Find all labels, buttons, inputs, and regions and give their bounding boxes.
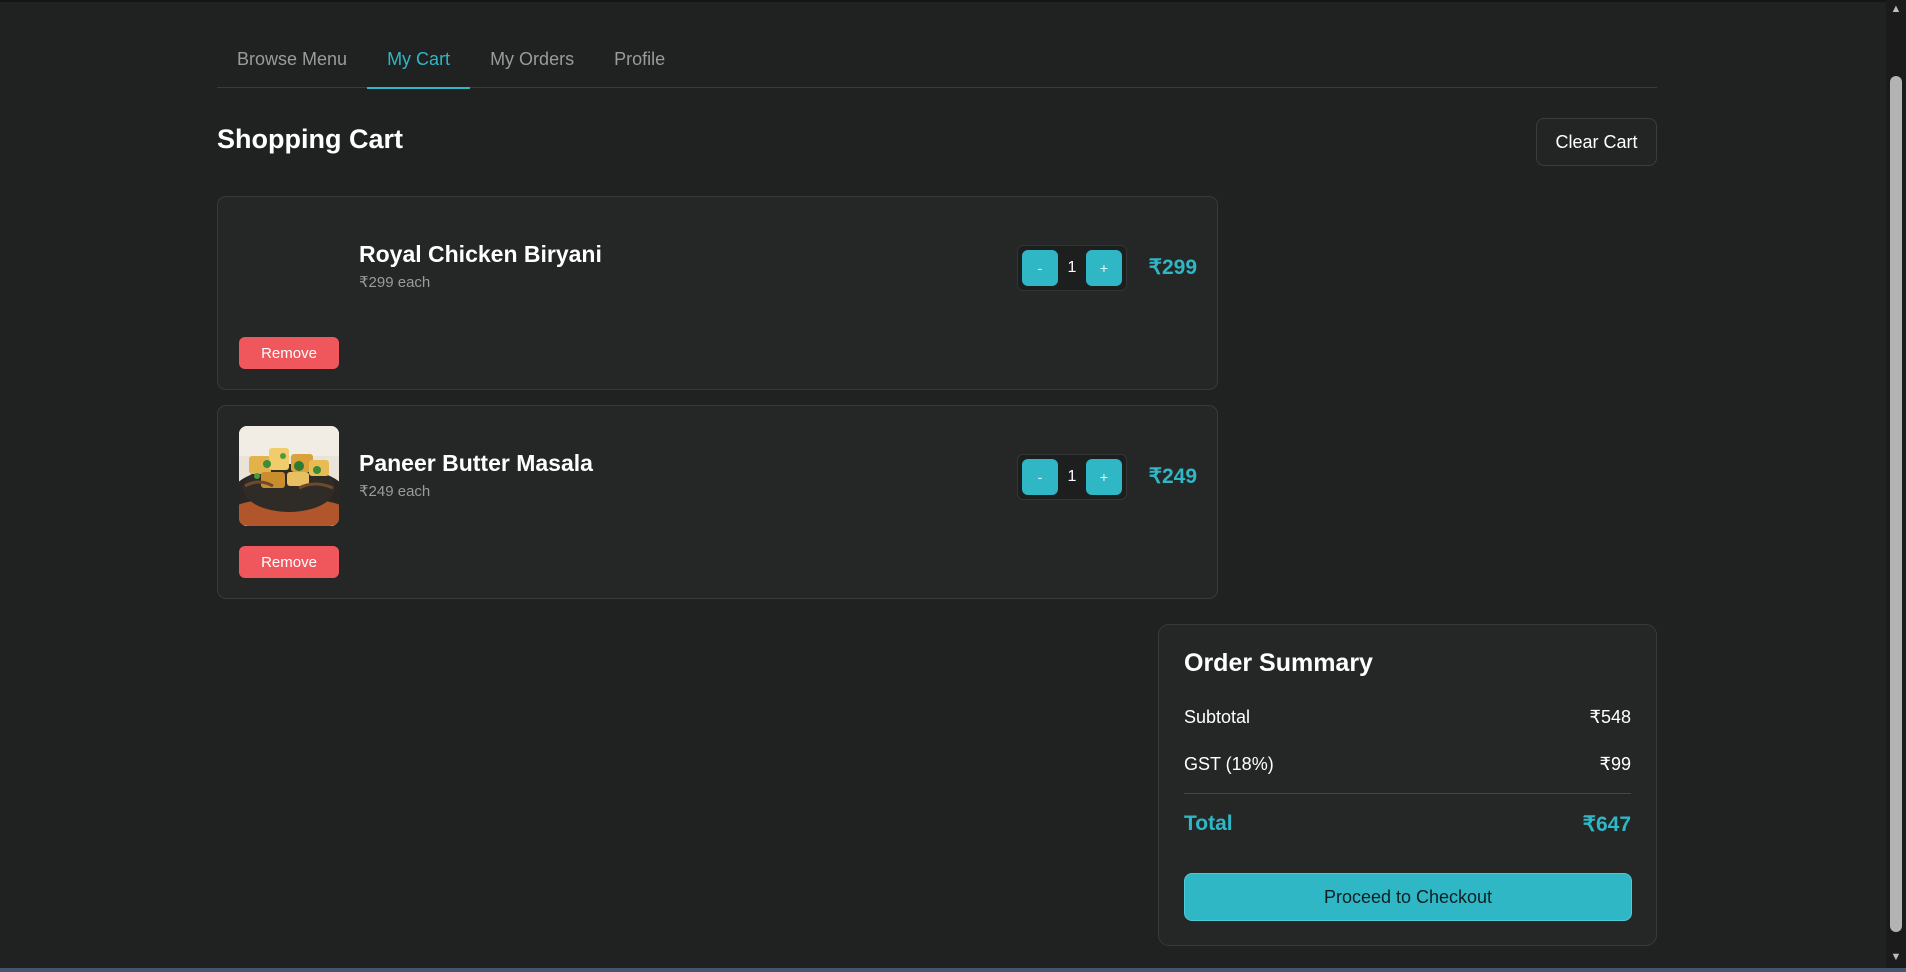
- item-image: [239, 426, 339, 526]
- tab-profile[interactable]: Profile: [594, 32, 685, 88]
- decrease-quantity-button[interactable]: -: [1022, 250, 1058, 286]
- quantity-stepper: - 1 +: [1017, 245, 1127, 291]
- item-unit-price: ₹249 each: [359, 483, 431, 500]
- item-unit-price: ₹299 each: [359, 274, 431, 291]
- main-tabs: Browse Menu My Cart My Orders Profile: [217, 32, 1657, 89]
- item-name: Royal Chicken Biryani: [359, 241, 602, 267]
- remove-item-button[interactable]: Remove: [239, 546, 339, 578]
- item-name: Paneer Butter Masala: [359, 450, 593, 476]
- gst-value: ₹99: [1599, 754, 1631, 774]
- increase-quantity-button[interactable]: +: [1086, 459, 1122, 495]
- item-image-placeholder: [239, 217, 339, 317]
- quantity-value: 1: [1067, 259, 1077, 276]
- increase-quantity-button[interactable]: +: [1086, 250, 1122, 286]
- total-row: Total ₹647: [1184, 812, 1631, 837]
- decrease-quantity-button[interactable]: -: [1022, 459, 1058, 495]
- subtotal-label: Subtotal: [1184, 707, 1251, 727]
- clear-cart-button[interactable]: Clear Cart: [1536, 118, 1657, 166]
- subtotal-row: Subtotal ₹548: [1184, 707, 1631, 728]
- scroll-down-arrow-icon[interactable]: ▼: [1889, 950, 1903, 964]
- proceed-to-checkout-button[interactable]: Proceed to Checkout: [1184, 873, 1632, 921]
- cart-item: Paneer Butter Masala ₹249 each - 1 + ₹24…: [217, 405, 1218, 599]
- scroll-up-arrow-icon[interactable]: ▲: [1889, 2, 1903, 16]
- remove-item-button[interactable]: Remove: [239, 337, 339, 369]
- gst-row: GST (18%) ₹99: [1184, 754, 1631, 775]
- tab-browse-menu[interactable]: Browse Menu: [217, 32, 367, 88]
- tab-my-cart[interactable]: My Cart: [367, 32, 471, 89]
- order-summary-card: Order Summary Subtotal ₹548 GST (18%) ₹9…: [1158, 624, 1657, 946]
- gst-label: GST (18%): [1184, 754, 1274, 774]
- cart-item: Royal Chicken Biryani ₹299 each - 1 + ₹2…: [217, 196, 1218, 390]
- total-value: ₹647: [1582, 813, 1631, 836]
- app-viewport: Browse Menu My Cart My Orders Profile Sh…: [0, 0, 1886, 968]
- page-title: Shopping Cart: [217, 124, 403, 154]
- order-summary-title: Order Summary: [1184, 649, 1373, 677]
- quantity-stepper: - 1 +: [1017, 454, 1127, 500]
- total-label: Total: [1184, 812, 1233, 835]
- tab-my-orders[interactable]: My Orders: [470, 32, 594, 88]
- paneer-dish-photo: [239, 426, 339, 526]
- vertical-scrollbar[interactable]: ▲ ▼: [1886, 0, 1906, 968]
- item-total-price: ₹249: [1148, 465, 1197, 488]
- quantity-value: 1: [1067, 468, 1077, 485]
- summary-divider: [1184, 793, 1631, 794]
- window-bottom-edge: [0, 968, 1906, 972]
- item-total-price: ₹299: [1148, 256, 1197, 279]
- scrollbar-thumb[interactable]: [1890, 76, 1902, 932]
- subtotal-value: ₹548: [1589, 707, 1631, 727]
